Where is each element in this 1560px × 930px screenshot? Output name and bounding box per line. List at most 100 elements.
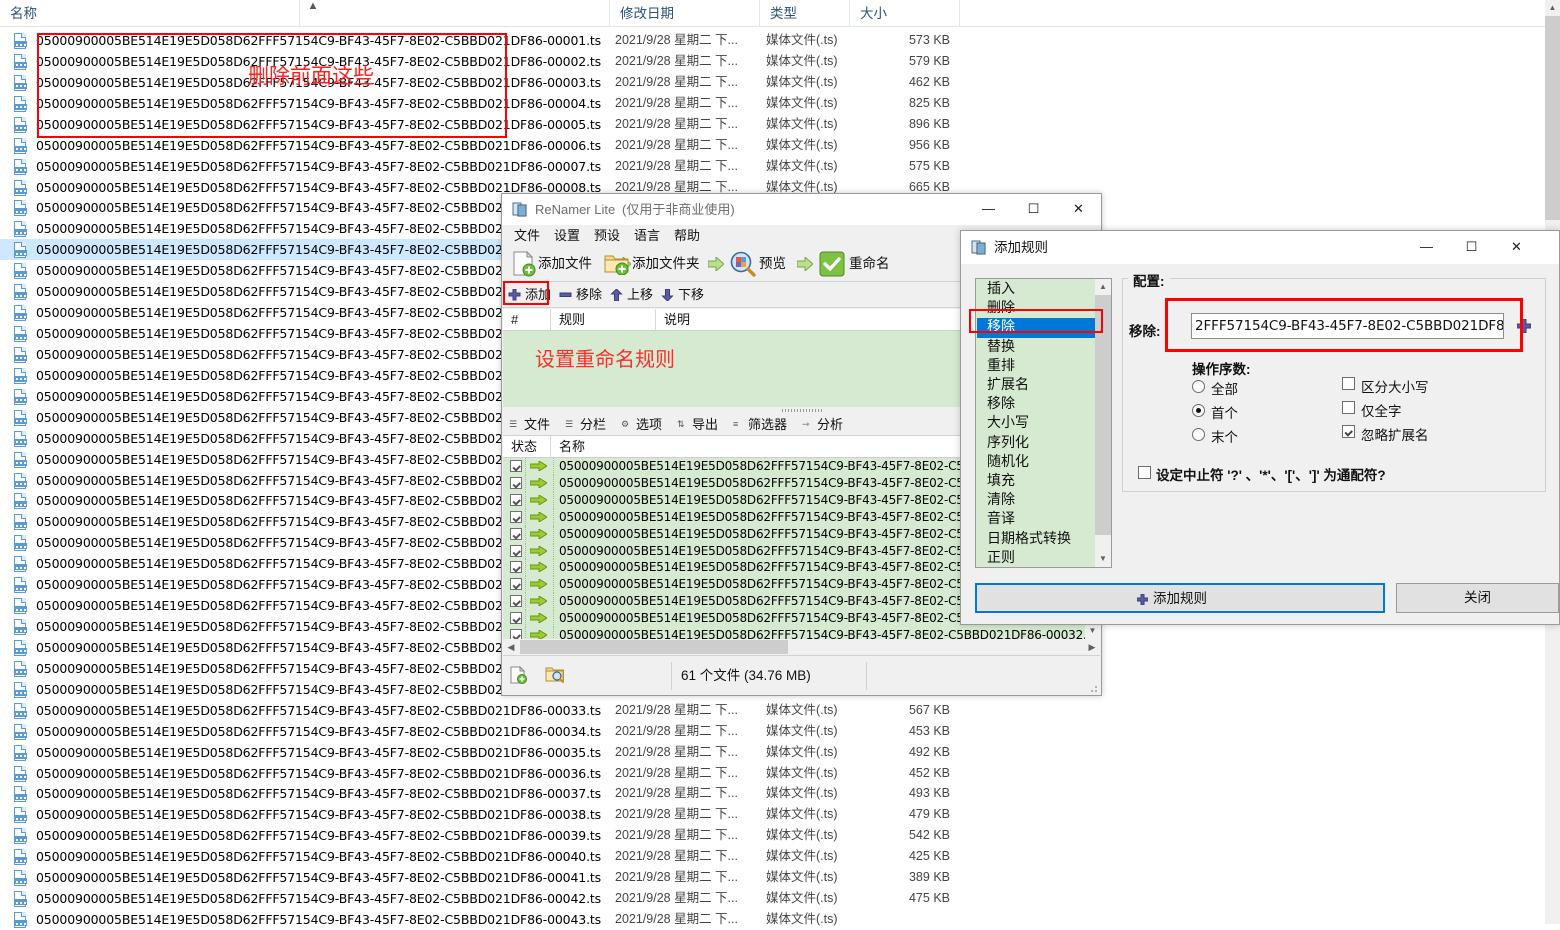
rule-list-item[interactable]: 大小写 xyxy=(977,414,1097,433)
table-row[interactable]: 05000900005BE514E19E5D058D62FFF57154C9-B… xyxy=(0,93,1545,114)
rule-list-item[interactable]: 扩展名 xyxy=(977,376,1097,395)
rule-list-scroll-down-icon[interactable]: ▼ xyxy=(1095,551,1111,567)
maximize-button[interactable]: ☐ xyxy=(1011,194,1056,224)
rule-list-item[interactable]: 移除 xyxy=(977,395,1097,414)
tab-analyze[interactable]: ⇾ 分析 xyxy=(802,414,843,436)
add-rule-button[interactable]: 添加规则 xyxy=(975,583,1385,613)
rule-list-item[interactable]: 序列化 xyxy=(977,434,1097,453)
file-name-cell: 05000900005BE514E19E5D058D62FFF57154C9-B… xyxy=(36,263,548,279)
dialog-title-bar[interactable]: 添加规则 — ☐ ✕ xyxy=(961,231,1559,264)
row-checkbox[interactable] xyxy=(510,595,522,608)
dialog-close-button[interactable]: ✕ xyxy=(1494,232,1539,262)
table-row[interactable]: 05000900005BE514E19E5D058D62FFF57154C9-B… xyxy=(0,867,1545,888)
rule-list-item[interactable]: 清除 xyxy=(977,491,1097,510)
rule-add-button[interactable]: 添加 xyxy=(508,282,551,308)
tab-filter[interactable]: ≡ 筛选器 xyxy=(733,414,787,436)
table-row[interactable]: 05000900005BE514E19E5D058D62FFF57154C9-B… xyxy=(0,114,1545,135)
rules-col-rule[interactable]: 规则 xyxy=(551,309,656,331)
dialog-maximize-button[interactable]: ☐ xyxy=(1449,232,1494,262)
table-row[interactable]: 05000900005BE514E19E5D058D62FFF57154C9-B… xyxy=(0,51,1545,72)
table-row[interactable]: 05000900005BE514E19E5D058D62FFF57154C9-B… xyxy=(0,909,1545,930)
renamer-title-bar[interactable]: ReNamer Lite (仅用于非商业使用) — ☐ ✕ xyxy=(502,194,1101,225)
files-col-status[interactable]: 状态 xyxy=(503,436,551,458)
table-row[interactable]: 05000900005BE514E19E5D058D62FFF57154C9-B… xyxy=(0,742,1545,763)
table-row[interactable]: 05000900005BE514E19E5D058D62FFF57154C9-B… xyxy=(0,783,1545,804)
rule-list-item[interactable]: 替换 xyxy=(977,338,1097,357)
rule-type-list[interactable]: 插入 删除 移除 替换 重排 扩展名 移除 大小写 序列化 随机化 填充 清除 音译 日期格式转换 正则 ▲… xyxy=(975,278,1112,568)
rule-list-scroll-up-icon[interactable]: ▲ xyxy=(1095,279,1111,295)
row-checkbox[interactable] xyxy=(510,527,522,540)
column-header-type[interactable]: 类型 xyxy=(760,0,850,27)
hscrollbar-thumb[interactable] xyxy=(520,640,788,654)
column-header-name[interactable]: 名称 xyxy=(0,0,300,27)
table-row[interactable]: 05000900005BE514E19E5D058D62FFF57154C9-B… xyxy=(0,135,1545,156)
scroll-down-icon[interactable]: ▼ xyxy=(1085,623,1100,639)
status-add-file-icon[interactable] xyxy=(509,666,529,684)
file-type-cell: 媒体文件(.ts) xyxy=(766,807,838,822)
rule-list-item[interactable]: 正则 xyxy=(977,549,1097,567)
row-checkbox[interactable] xyxy=(510,629,522,639)
status-browse-folder-icon[interactable] xyxy=(545,666,565,684)
menu-item-language[interactable]: 语言 xyxy=(630,225,664,246)
rule-list-scrollbar-thumb[interactable] xyxy=(1095,295,1111,535)
row-checkbox[interactable] xyxy=(510,476,522,489)
scroll-left-icon[interactable]: ◀ xyxy=(503,639,519,655)
minimize-button[interactable]: — xyxy=(966,194,1011,224)
rule-list-item[interactable]: 音译 xyxy=(977,510,1097,529)
row-checkbox[interactable] xyxy=(510,510,522,523)
resize-grip-icon[interactable] xyxy=(1088,683,1098,693)
table-row[interactable]: 05000900005BE514E19E5D058D62FFF57154C9-B… xyxy=(0,825,1545,846)
dialog-minimize-button[interactable]: — xyxy=(1404,232,1449,262)
table-row[interactable]: 05000900005BE514E19E5D058D62FFF57154C9-B… xyxy=(0,72,1545,93)
scroll-up-icon[interactable]: ▲ xyxy=(1545,0,1560,16)
tab-files[interactable]: ☰ 文件 xyxy=(509,414,550,436)
renamer-file-name-cell: 05000900005BE514E19E5D058D62FFF57154C9-B… xyxy=(559,543,980,558)
menu-item-help[interactable]: 帮助 xyxy=(670,225,704,246)
remove-text-input[interactable]: 2FFF57154C9-BF43-45F7-8E02-C5BBD021DF86- xyxy=(1191,313,1504,339)
table-row[interactable]: 05000900005BE514E19E5D058D62FFF57154C9-B… xyxy=(0,700,1545,721)
column-header-date[interactable]: 修改日期 xyxy=(610,0,760,27)
renamer-title-suffix: (仅用于非商业使用) xyxy=(622,202,735,217)
rule-list-item[interactable]: 日期格式转换 xyxy=(977,530,1097,549)
table-row[interactable]: 05000900005BE514E19E5D058D62FFF57154C9-B… xyxy=(0,763,1545,784)
tab-export[interactable]: ⇅ 导出 xyxy=(677,414,718,436)
add-value-plus-icon[interactable] xyxy=(1517,319,1531,333)
table-row[interactable]: 05000900005BE514E19E5D058D62FFF57154C9-B… xyxy=(0,721,1545,742)
file-name-cell: 05000900005BE514E19E5D058D62FFF57154C9-B… xyxy=(36,305,548,321)
table-row[interactable]: 05000900005BE514E19E5D058D62FFF57154C9-B… xyxy=(0,156,1545,177)
rule-remove-button[interactable]: 移除 xyxy=(559,282,602,308)
row-checkbox[interactable] xyxy=(510,493,522,506)
menu-item-file[interactable]: 文件 xyxy=(510,225,544,246)
rule-list-item[interactable]: 随机化 xyxy=(977,453,1097,472)
scrollbar-thumb[interactable] xyxy=(1545,16,1560,220)
rule-list-item[interactable]: 删除 xyxy=(977,299,1097,318)
table-row[interactable]: 05000900005BE514E19E5D058D62FFF57154C9-B… xyxy=(0,846,1545,867)
rules-col-index[interactable]: # xyxy=(503,309,551,331)
row-checkbox[interactable] xyxy=(510,460,522,472)
table-row[interactable]: 05000900005BE514E19E5D058D62FFF57154C9-B… xyxy=(0,30,1545,51)
dialog-close-action-button[interactable]: 关闭 xyxy=(1396,583,1559,613)
rule-list-scrollbar[interactable]: ▲ ▼ xyxy=(1095,279,1111,567)
rule-list-item[interactable]: 移除 xyxy=(977,318,1097,338)
column-header-size[interactable]: 大小 xyxy=(850,0,960,27)
table-row[interactable]: 05000900005BE514E19E5D058D62FFF57154C9-B… xyxy=(0,888,1545,909)
menu-item-settings[interactable]: 设置 xyxy=(550,225,584,246)
tab-options[interactable]: ⚙ 选项 xyxy=(621,414,662,436)
row-checkbox[interactable] xyxy=(510,544,522,557)
scroll-right-icon[interactable]: ▶ xyxy=(1084,639,1100,655)
row-checkbox[interactable] xyxy=(510,612,522,625)
row-checkbox[interactable] xyxy=(510,561,522,574)
checkbox-case-sensitive-label: 区分大小写 xyxy=(1361,380,1429,395)
list-item[interactable]: 05000900005BE514E19E5D058D62FFF57154C9-B… xyxy=(503,627,1085,639)
renamer-files-hscrollbar[interactable]: ◀ ▶ xyxy=(503,639,1100,655)
tab-columns[interactable]: ☰ 分栏 xyxy=(565,414,606,436)
row-checkbox[interactable] xyxy=(510,578,522,591)
table-row[interactable]: 05000900005BE514E19E5D058D62FFF57154C9-B… xyxy=(0,804,1545,825)
rule-list-item[interactable]: 填充 xyxy=(977,472,1097,491)
rule-list-item[interactable]: 插入 xyxy=(977,280,1097,299)
rule-list-item[interactable]: 重排 xyxy=(977,357,1097,376)
rule-move-up-button[interactable]: 上移 xyxy=(610,282,653,308)
close-button[interactable]: ✕ xyxy=(1056,194,1101,224)
rule-move-down-button[interactable]: 下移 xyxy=(661,282,704,308)
menu-item-presets[interactable]: 预设 xyxy=(590,225,624,246)
